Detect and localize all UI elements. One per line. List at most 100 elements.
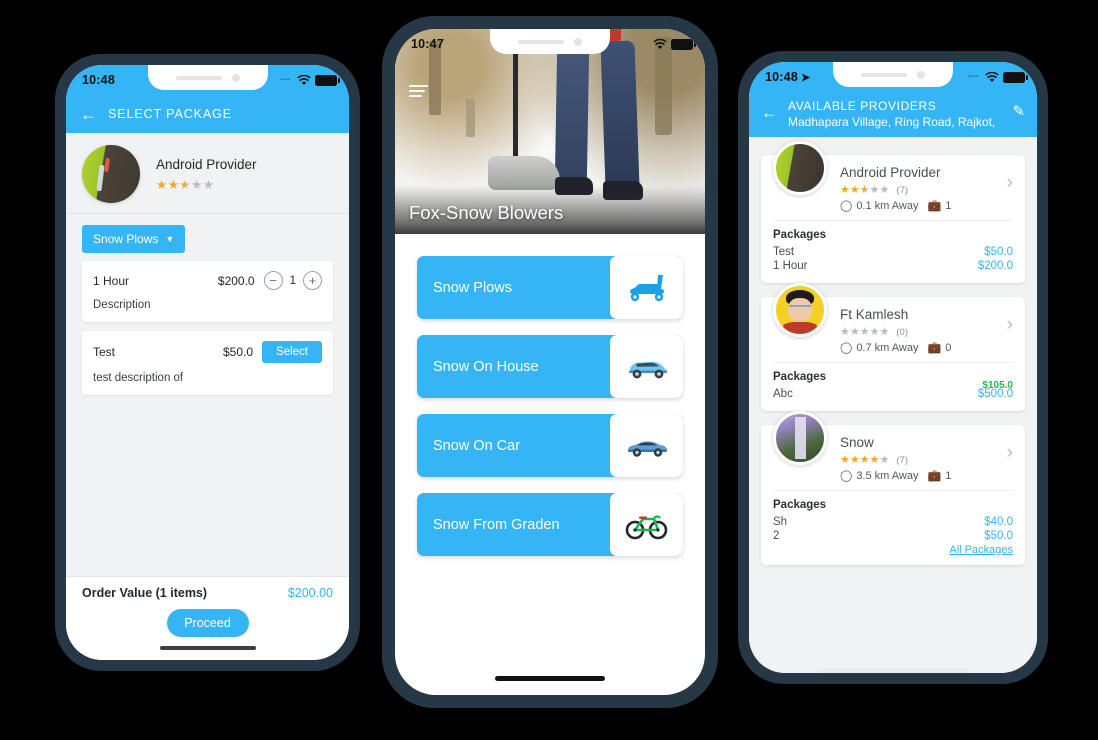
rating-count: (7) — [896, 185, 909, 196]
status-time: 10:47 — [411, 37, 444, 51]
speaker-grille — [518, 39, 564, 44]
provider-card[interactable]: Android Provider ★★★★★ (7) ◯ 0.1 km Away… — [761, 141, 1025, 283]
all-packages-link[interactable]: All Packages — [773, 544, 1013, 556]
phone-left-select-package: 10:48 •••• ← SELECT PACKAGE Android Prov… — [55, 54, 360, 671]
back-arrow-icon[interactable]: ← — [80, 106, 97, 123]
provider-meta: ◯ 0.1 km Away 💼 1 — [840, 199, 1013, 213]
chevron-right-icon[interactable]: › — [1007, 315, 1013, 334]
category-row: Snow Plows ▼ — [66, 214, 349, 261]
package-row: Test $50.0 — [773, 246, 1013, 258]
wifi-icon — [985, 71, 999, 82]
right-footer — [749, 668, 1037, 673]
discount-price: $105.0 — [982, 380, 1013, 391]
provider-name: Snow — [840, 435, 874, 450]
page-title: SELECT PACKAGE — [108, 107, 232, 121]
package-name: Sh — [773, 516, 788, 528]
bicycle-icon — [610, 493, 683, 556]
rating-count: (7) — [896, 455, 909, 466]
package-price: $50.0 — [223, 345, 254, 359]
service-item-snow-from-graden[interactable]: Snow From Graden — [417, 493, 683, 556]
distance-text: 3.5 km Away — [856, 469, 919, 482]
order-summary-row: Order Value (1 items) $200.00 — [82, 586, 333, 600]
jobs-count: 1 — [945, 469, 952, 482]
provider-avatar-kamlesh — [773, 283, 827, 337]
status-bar-center: 10:47 — [395, 29, 705, 59]
package-price: $40.0 — [984, 516, 1013, 528]
phone-left-screen: 10:48 •••• ← SELECT PACKAGE Android Prov… — [66, 65, 349, 660]
status-right-icons: •••• — [280, 65, 340, 95]
sedan-car-icon — [610, 414, 683, 477]
battery-icon — [1003, 71, 1028, 83]
back-arrow-icon[interactable]: ← — [761, 98, 778, 121]
rating-stars: ★★★★★ (7) — [840, 454, 909, 466]
phone-right-available-providers: 10:48 ➤ •••• ← AVAILABLE PROVIDERS Madha… — [738, 51, 1048, 684]
hamburger-menu-icon[interactable] — [409, 85, 428, 97]
suv-car-icon — [610, 335, 683, 398]
location-pin-icon: ◯ — [840, 470, 853, 482]
package-card[interactable]: Test $50.0 Select test description of — [82, 331, 333, 395]
phone-center-home: 10:47 Fox-Snow Blowers Snow Plows Snow O… — [382, 16, 718, 708]
battery-icon — [671, 38, 696, 50]
rating-stars: ★★★★★ (7) — [840, 184, 909, 196]
status-right-icons: •••• — [967, 62, 1028, 92]
phone-center-screen: 10:47 Fox-Snow Blowers Snow Plows Snow O… — [395, 29, 705, 695]
select-button[interactable]: Select — [262, 341, 322, 363]
package-description: Description — [93, 299, 151, 311]
carrier-dots: •••• — [967, 74, 979, 80]
provider-name: Android Provider — [156, 156, 257, 172]
location-pin-icon: ◯ — [840, 342, 853, 354]
pencil-edit-icon[interactable]: ✎ — [1012, 98, 1025, 120]
increment-button[interactable]: + — [303, 271, 322, 290]
briefcase-icon: 💼 — [927, 200, 942, 212]
chevron-right-icon[interactable]: › — [1007, 173, 1013, 192]
status-bar-right: 10:48 ➤ •••• — [749, 62, 1037, 92]
package-name: Test — [93, 345, 116, 359]
service-item-snow-on-house[interactable]: Snow On House — [417, 335, 683, 398]
hero-banner: 10:47 Fox-Snow Blowers — [395, 29, 705, 234]
provider-info: Android Provider ★★★★★ (7) ◯ 0.1 km Away… — [840, 163, 1013, 212]
provider-texts: Android Provider ★★★★★ — [156, 157, 257, 192]
status-bar-left: 10:48 •••• — [66, 65, 349, 95]
proceed-button[interactable]: Proceed — [166, 609, 249, 637]
phone-right-screen: 10:48 ➤ •••• ← AVAILABLE PROVIDERS Madha… — [749, 62, 1037, 673]
quantity-stepper: − 1 + — [263, 271, 322, 290]
package-name: Abc — [773, 388, 793, 400]
provider-summary: Ft Kamlesh ★★★★★ (0) ◯ 0.7 km Away 💼 0 › — [773, 283, 1013, 363]
appbar-select-package: ← SELECT PACKAGE — [66, 95, 349, 133]
footer-arc — [818, 668, 968, 673]
rating-stars: ★★★★★ — [156, 177, 215, 192]
provider-meta: ◯ 3.5 km Away 💼 1 — [840, 469, 1013, 483]
package-row: 2 $50.0 — [773, 530, 1013, 542]
service-item-snow-on-car[interactable]: Snow On Car — [417, 414, 683, 477]
category-dropdown[interactable]: Snow Plows ▼ — [82, 225, 186, 253]
service-item-snow-plows[interactable]: Snow Plows — [417, 256, 683, 319]
briefcase-icon: 💼 — [927, 342, 942, 354]
decrement-button[interactable]: − — [263, 271, 283, 290]
provider-info: Snow ★★★★★ (7) ◯ 3.5 km Away 💼 1 — [840, 433, 1013, 482]
package-name: 1 Hour — [773, 260, 808, 272]
order-footer: Order Value (1 items) $200.00 Proceed — [66, 576, 349, 660]
wifi-icon — [297, 74, 311, 85]
package-top-row: Test $50.0 Select — [93, 341, 322, 363]
order-value-amount: $200.00 — [287, 586, 333, 600]
package-card[interactable]: 1 Hour $200.0 − 1 + Description — [82, 261, 333, 322]
distance-text: 0.7 km Away — [856, 341, 919, 354]
notch — [833, 62, 953, 87]
provider-info: Ft Kamlesh ★★★★★ (0) ◯ 0.7 km Away 💼 0 — [840, 305, 1013, 354]
provider-card[interactable]: Ft Kamlesh ★★★★★ (0) ◯ 0.7 km Away 💼 0 ›… — [761, 283, 1025, 411]
package-row: Abc $500.0 — [773, 388, 1013, 400]
provider-card[interactable]: Snow ★★★★★ (7) ◯ 3.5 km Away 💼 1 › Packa… — [761, 411, 1025, 565]
order-value-label: Order Value (1 items) — [82, 586, 208, 600]
location-pin-icon: ◯ — [840, 200, 853, 212]
package-price: $200.0 — [217, 273, 255, 288]
package-top-row: 1 Hour $200.0 − 1 + — [93, 271, 322, 290]
service-label: Snow Plows — [433, 279, 512, 296]
package-name: 1 Hour — [93, 273, 130, 288]
rating-count: (0) — [896, 327, 908, 338]
package-row: 1 Hour $200.0 — [773, 260, 1013, 272]
package-description: test description of — [93, 372, 184, 384]
service-label: Snow On Car — [433, 437, 521, 454]
snow-plow-icon — [610, 256, 683, 319]
front-camera — [231, 73, 240, 82]
chevron-right-icon[interactable]: › — [1007, 443, 1013, 462]
